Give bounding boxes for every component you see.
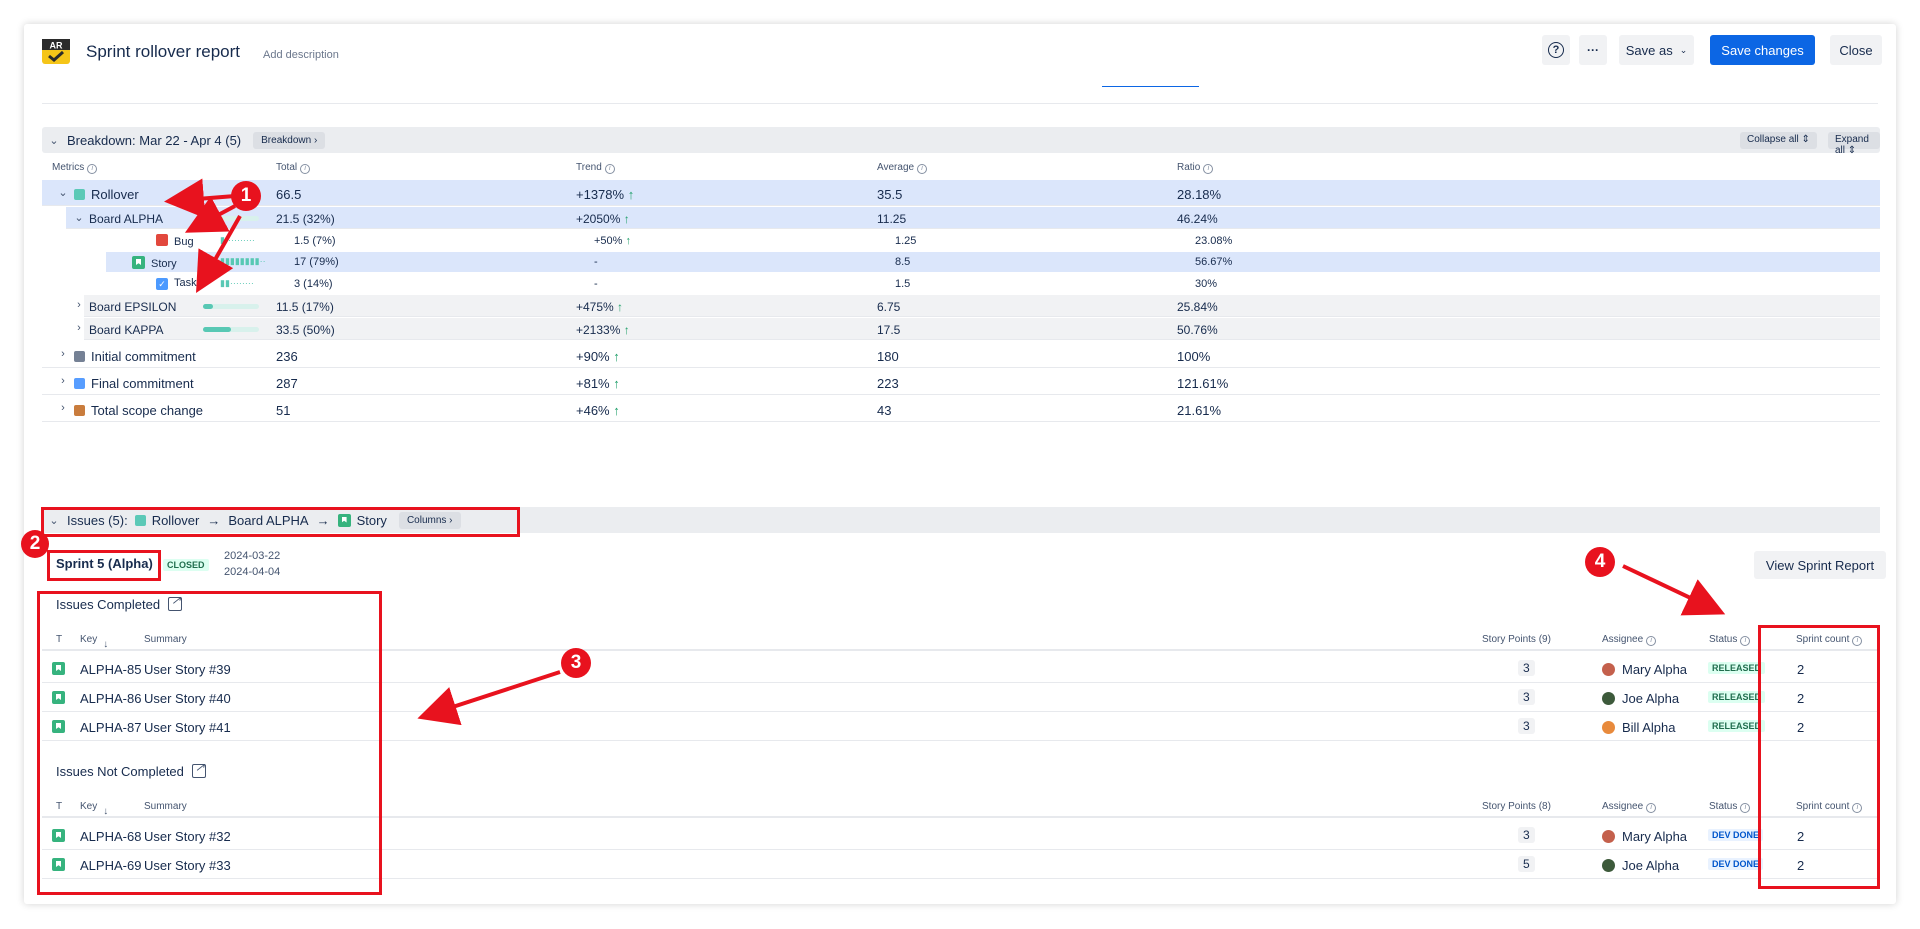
annotation-marker-3: 3 [561, 648, 591, 678]
arrow-to-issues [417, 670, 561, 726]
arrow-to-sprint-count [1622, 564, 1726, 616]
annotation-marker-4: 4 [1585, 547, 1615, 577]
arrow-to-rollover [164, 178, 236, 219]
annotation-marker-2: 2 [21, 530, 49, 558]
annotation-marker-1: 1 [231, 181, 261, 211]
annotation-arrows [164, 178, 1726, 726]
arrow-to-board-alpha [184, 196, 236, 233]
arrow-to-story [196, 215, 242, 293]
